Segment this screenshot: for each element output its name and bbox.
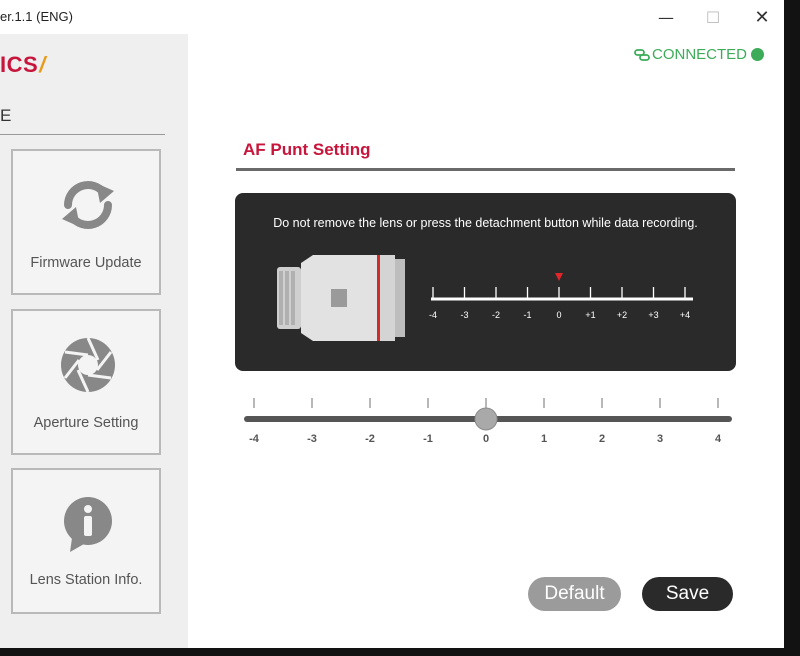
sidebar-item-firmware-update[interactable]: Firmware Update — [11, 149, 161, 295]
connection-status: CONNECTED — [634, 46, 764, 63]
scale-tick-label: -2 — [492, 310, 500, 320]
main-content: CONNECTED AF Punt Setting Do not remove … — [188, 34, 784, 648]
page-title: AF Punt Setting — [243, 140, 371, 159]
slider-tick-label: -4 — [249, 433, 260, 445]
sidebar-heading: E — [0, 106, 12, 125]
connection-label: CONNECTED — [651, 46, 747, 63]
recording-notice: Do not remove the lens or press the deta… — [273, 216, 698, 230]
info-icon — [64, 497, 112, 552]
slider-tick-label: 1 — [541, 433, 547, 445]
focus-marker — [555, 273, 563, 281]
link-icon — [634, 48, 650, 61]
minimize-button[interactable]: — — [651, 6, 681, 28]
default-button[interactable]: Default — [528, 577, 621, 611]
lens-preview-panel: Do not remove the lens or press the deta… — [235, 193, 736, 371]
sidebar-divider — [0, 134, 165, 135]
sidebar-item-aperture-setting[interactable]: Aperture Setting — [11, 309, 161, 455]
slider-tick-label: 4 — [715, 433, 722, 445]
app-window: er.1.1 (ENG) — ☐ ✕ ICS/ E Firmware Updat… — [0, 0, 784, 648]
af-adjust-slider[interactable]: -4 -3 -2 -1 0 1 2 3 4 — [240, 392, 736, 450]
slider-tick-label: 0 — [483, 433, 489, 445]
scale-tick-label: -3 — [460, 310, 468, 320]
slider-tick-label: -3 — [307, 433, 317, 445]
save-button[interactable]: Save — [642, 577, 733, 611]
refresh-icon — [62, 181, 114, 229]
lens-focus-scale: -4 -3 -2 -1 0 +1 +2 +3 +4 — [429, 273, 693, 320]
slider-tick-label: 3 — [657, 433, 663, 445]
aperture-icon — [61, 337, 115, 393]
logo-mark: / — [39, 52, 46, 77]
scale-tick-label: +4 — [680, 310, 690, 320]
slider-tick-label: -1 — [423, 433, 433, 445]
slider-tick-label: 2 — [599, 433, 605, 445]
scale-tick-label: 0 — [556, 310, 561, 320]
sidebar-item-label: Firmware Update — [30, 255, 142, 271]
scale-tick-label: +1 — [585, 310, 595, 320]
maximize-button[interactable]: ☐ — [698, 6, 728, 28]
title-bar: er.1.1 (ENG) — ☐ ✕ — [0, 0, 784, 34]
logo-text: ICS — [0, 52, 39, 77]
slider-tick-label: -2 — [365, 433, 375, 445]
window-title: er.1.1 (ENG) — [0, 9, 73, 24]
close-button[interactable]: ✕ — [747, 6, 777, 28]
scale-tick-label: -1 — [523, 310, 531, 320]
lens-image — [277, 255, 405, 341]
scale-tick-label: +2 — [617, 310, 627, 320]
scale-tick-label: +3 — [648, 310, 658, 320]
sidebar-item-label: Aperture Setting — [33, 415, 139, 431]
sidebar-item-lens-station-info[interactable]: Lens Station Info. — [11, 468, 161, 614]
sidebar-item-label: Lens Station Info. — [29, 572, 143, 588]
connection-dot — [751, 48, 764, 61]
title-divider — [236, 168, 735, 171]
brand-logo: ICS/ — [0, 52, 46, 78]
scale-tick-label: -4 — [429, 310, 437, 320]
slider-thumb[interactable] — [474, 407, 498, 431]
sidebar: ICS/ E Firmware Update Aperture Setting … — [0, 34, 188, 648]
